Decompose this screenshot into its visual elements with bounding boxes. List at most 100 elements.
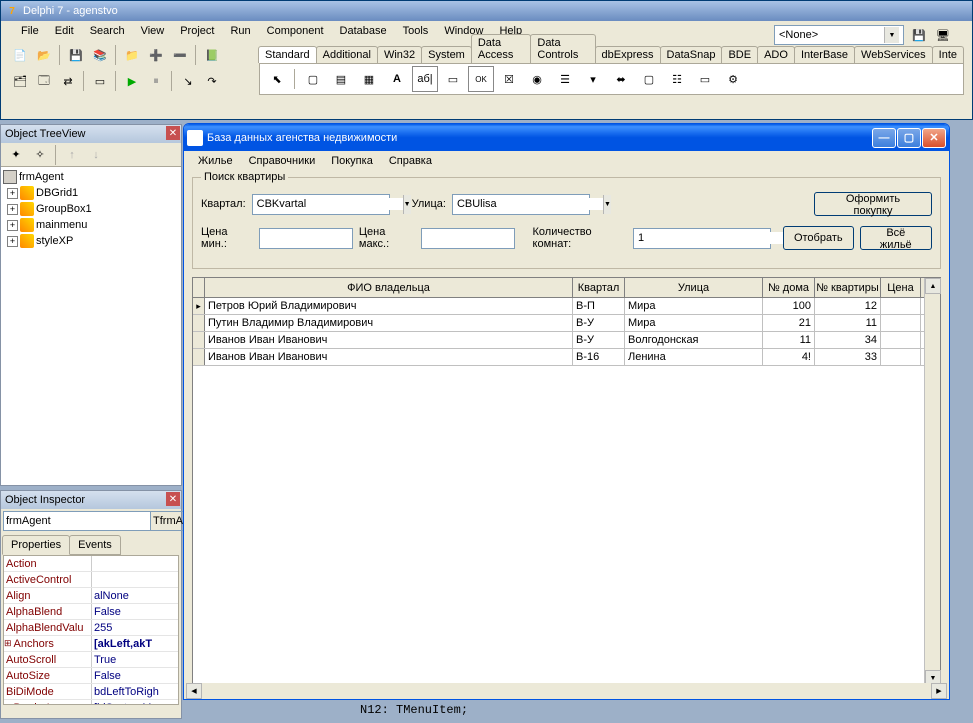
palette-tab-ado[interactable]: ADO [757, 46, 795, 63]
view-form-icon[interactable]: 🗔 [33, 70, 55, 92]
panel-icon[interactable]: ▭ [692, 66, 718, 92]
expand-icon[interactable]: + [7, 204, 18, 215]
radiobutton-icon[interactable]: ◉ [524, 66, 550, 92]
minimize-button[interactable]: — [872, 128, 896, 148]
rooms-input[interactable] [634, 232, 784, 244]
property-row[interactable]: AutoSizeFalse [4, 668, 178, 684]
tree-item[interactable]: +GroupBox1 [7, 201, 179, 217]
save-desktop-icon[interactable]: 💾 [910, 26, 928, 44]
filter-button[interactable]: Отобрать [783, 226, 854, 250]
palette-tab-standard[interactable]: Standard [258, 46, 317, 63]
col-kvartal[interactable]: Квартал [573, 278, 625, 297]
toggle-icon[interactable]: ⇄ [57, 70, 79, 92]
property-row[interactable]: ActiveControl [4, 572, 178, 588]
expand-icon[interactable]: + [7, 220, 18, 231]
inspector-object-name[interactable] [3, 511, 151, 531]
up-icon[interactable]: ↑ [61, 144, 83, 166]
remove-file-icon[interactable]: ➖ [169, 44, 191, 66]
save-icon[interactable]: 💾 [65, 44, 87, 66]
palette-tab-additional[interactable]: Additional [316, 46, 378, 63]
new-form-icon[interactable]: ▭ [89, 70, 111, 92]
label-icon[interactable]: A [384, 66, 410, 92]
vertical-scrollbar[interactable]: ▲ ▼ [924, 278, 940, 686]
menu-database[interactable]: Database [332, 23, 395, 39]
buy-button[interactable]: Оформить покупку [814, 192, 932, 216]
trace-into-icon[interactable]: ↘ [177, 70, 199, 92]
palette-tab-data-controls[interactable]: Data Controls [530, 34, 595, 63]
saveall-icon[interactable]: 📚 [89, 44, 111, 66]
expand-icon[interactable]: + [7, 236, 18, 247]
kvartal-combo[interactable]: ▼ [252, 194, 390, 215]
prop-value[interactable]: [biSystemMen [92, 700, 178, 705]
menu-component[interactable]: Component [259, 23, 332, 39]
add-file-icon[interactable]: ➕ [145, 44, 167, 66]
palette-tab-dbexpress[interactable]: dbExpress [595, 46, 661, 63]
prop-value[interactable]: [akLeft,akT [92, 636, 178, 651]
app-menu-item[interactable]: Справка [381, 153, 440, 169]
maximize-button[interactable]: ▢ [897, 128, 921, 148]
tree-new-icon[interactable]: ✦ [5, 144, 27, 166]
open-icon[interactable]: 📂 [33, 44, 55, 66]
desktop-icon[interactable]: 🖥 [934, 26, 952, 44]
property-row[interactable]: Anchors[akLeft,akT [4, 636, 178, 652]
frames-icon[interactable]: ▢ [300, 66, 326, 92]
groupbox-icon[interactable]: ▢ [636, 66, 662, 92]
desktop-combo[interactable]: <None> ▼ [774, 25, 904, 45]
step-over-icon[interactable]: ↷ [201, 70, 223, 92]
memo-icon[interactable]: ▭ [440, 66, 466, 92]
tree-delete-icon[interactable]: ✧ [29, 144, 51, 166]
tree-item[interactable]: +mainmenu [7, 217, 179, 233]
app-menu-item[interactable]: Справочники [241, 153, 324, 169]
menu-view[interactable]: View [133, 23, 173, 39]
table-row[interactable]: Иванов Иван ИвановичВ-16Ленина4!33 [193, 349, 940, 366]
prop-value[interactable]: 255 [92, 620, 178, 635]
ulica-input[interactable] [453, 198, 603, 210]
tree-item[interactable]: +styleXP [7, 233, 179, 249]
table-row[interactable]: Иванов Иван ИвановичВ-УВолгодонская1134 [193, 332, 940, 349]
table-row[interactable]: Путин Владимир ВладимировичВ-УМира2111 [193, 315, 940, 332]
horizontal-scrollbar[interactable]: ◀ ▶ [186, 683, 947, 699]
rooms-combo[interactable]: ▼ [633, 228, 771, 249]
palette-tab-webservices[interactable]: WebServices [854, 46, 933, 63]
property-row[interactable]: BiDiModebdLeftToRigh [4, 684, 178, 700]
app-titlebar[interactable]: База данных агенства недвижимости — ▢ ✕ [184, 124, 949, 151]
listbox-icon[interactable]: ☰ [552, 66, 578, 92]
prop-value[interactable] [92, 556, 178, 571]
price-min-input[interactable] [259, 228, 353, 249]
tree-root[interactable]: frmAgent [3, 169, 179, 185]
palette-tab-inte[interactable]: Inte [932, 46, 964, 63]
prop-value[interactable]: False [92, 604, 178, 619]
property-row[interactable]: AutoScrollTrue [4, 652, 178, 668]
combobox-icon[interactable]: ▾ [580, 66, 606, 92]
col-cena[interactable]: Цена [881, 278, 921, 297]
menu-edit[interactable]: Edit [47, 23, 82, 39]
col-dom[interactable]: № дома [763, 278, 815, 297]
col-kvartira[interactable]: № квартиры [815, 278, 881, 297]
prop-value[interactable]: True [92, 652, 178, 667]
property-row[interactable]: AlignalNone [4, 588, 178, 604]
project-open-icon[interactable]: 📁 [121, 44, 143, 66]
menu-run[interactable]: Run [222, 23, 258, 39]
pause-icon[interactable]: ⏸ [145, 70, 167, 92]
palette-tab-win32[interactable]: Win32 [377, 46, 422, 63]
data-grid[interactable]: ФИО владельца Квартал Улица № дома № ква… [192, 277, 941, 687]
tree-item[interactable]: +DBGrid1 [7, 185, 179, 201]
prop-value[interactable] [92, 572, 178, 587]
menu-search[interactable]: Search [82, 23, 133, 39]
inspector-object-combo[interactable]: TfrmAgent ▼ [3, 511, 179, 531]
menu-tools[interactable]: Tools [395, 23, 437, 39]
new-icon[interactable]: 📄 [9, 44, 31, 66]
property-row[interactable]: AlphaBlendValu255 [4, 620, 178, 636]
radiogroup-icon[interactable]: ☷ [664, 66, 690, 92]
prop-value[interactable]: alNone [92, 588, 178, 603]
down-icon[interactable]: ↓ [85, 144, 107, 166]
cursor-icon[interactable]: ⬉ [264, 66, 290, 92]
menu-project[interactable]: Project [172, 23, 222, 39]
actionlist-icon[interactable]: ⚙ [720, 66, 746, 92]
tab-properties[interactable]: Properties [2, 535, 70, 555]
col-ulica[interactable]: Улица [625, 278, 763, 297]
help-icon[interactable]: 📗 [201, 44, 223, 66]
view-unit-icon[interactable]: 🗂 [9, 70, 31, 92]
palette-tab-bde[interactable]: BDE [721, 46, 758, 63]
price-max-input[interactable] [421, 228, 515, 249]
